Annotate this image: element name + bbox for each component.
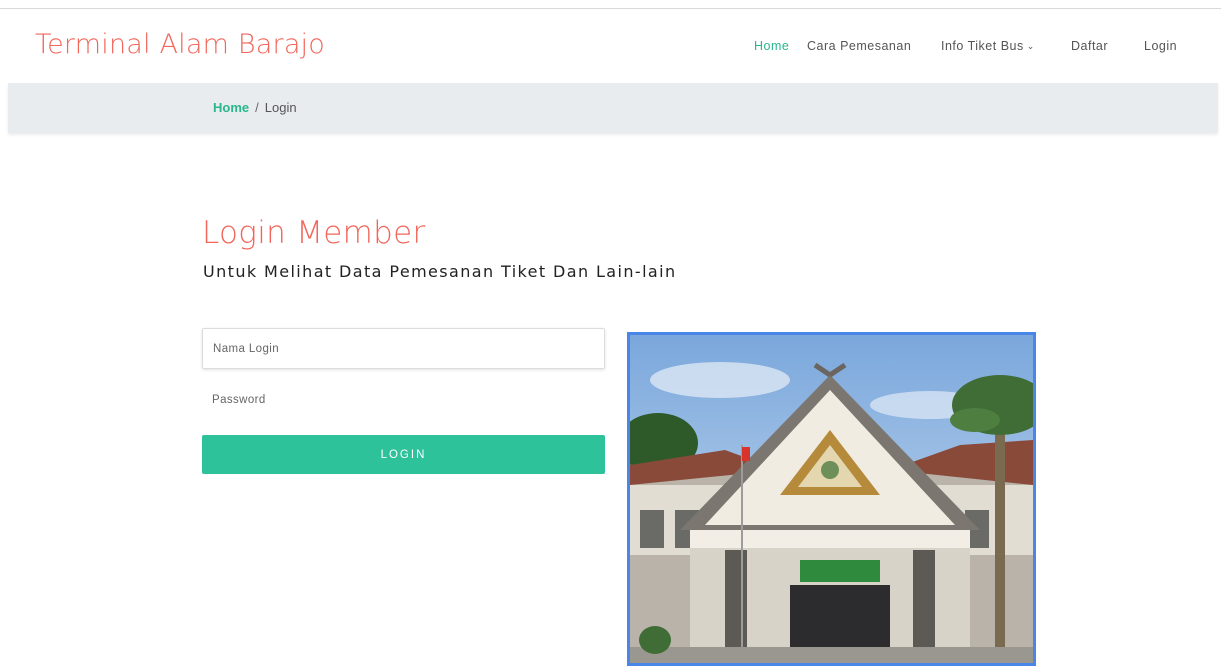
breadcrumb-current: Login — [264, 100, 297, 115]
nav-item-login[interactable]: Login — [1144, 39, 1177, 53]
main-nav: Home Cara Pemesanan Info Tiket Bus ⌄ Daft… — [0, 39, 1221, 59]
breadcrumb-bar: Home / Login — [8, 83, 1218, 133]
breadcrumb-separator: / — [255, 100, 259, 115]
nav-item-info-tiket-bus[interactable]: Info Tiket Bus ⌄ — [941, 39, 1035, 53]
terminal-building-photo — [627, 332, 1036, 666]
terminal-building-illustration — [630, 335, 1033, 663]
navbar: Terminal Alam Barajo Home Cara Pemesanan… — [0, 9, 1221, 83]
page-title: Login Member — [202, 215, 426, 251]
nav-item-daftar[interactable]: Daftar — [1071, 39, 1108, 53]
page-subtitle: Untuk Melihat Data Pemesanan Tiket Dan L… — [203, 262, 677, 281]
chevron-down-icon: ⌄ — [1026, 41, 1035, 51]
nav-item-home[interactable]: Home — [754, 39, 789, 53]
nav-item-cara-pemesanan[interactable]: Cara Pemesanan — [807, 39, 911, 53]
breadcrumb: Home / Login — [213, 100, 297, 115]
password-input[interactable] — [202, 381, 605, 419]
login-button[interactable]: LOGIN — [202, 435, 605, 474]
username-input[interactable] — [202, 328, 605, 369]
nav-item-info-tiket-bus-label: Info Tiket Bus — [941, 39, 1024, 53]
breadcrumb-home-link[interactable]: Home — [213, 100, 249, 115]
